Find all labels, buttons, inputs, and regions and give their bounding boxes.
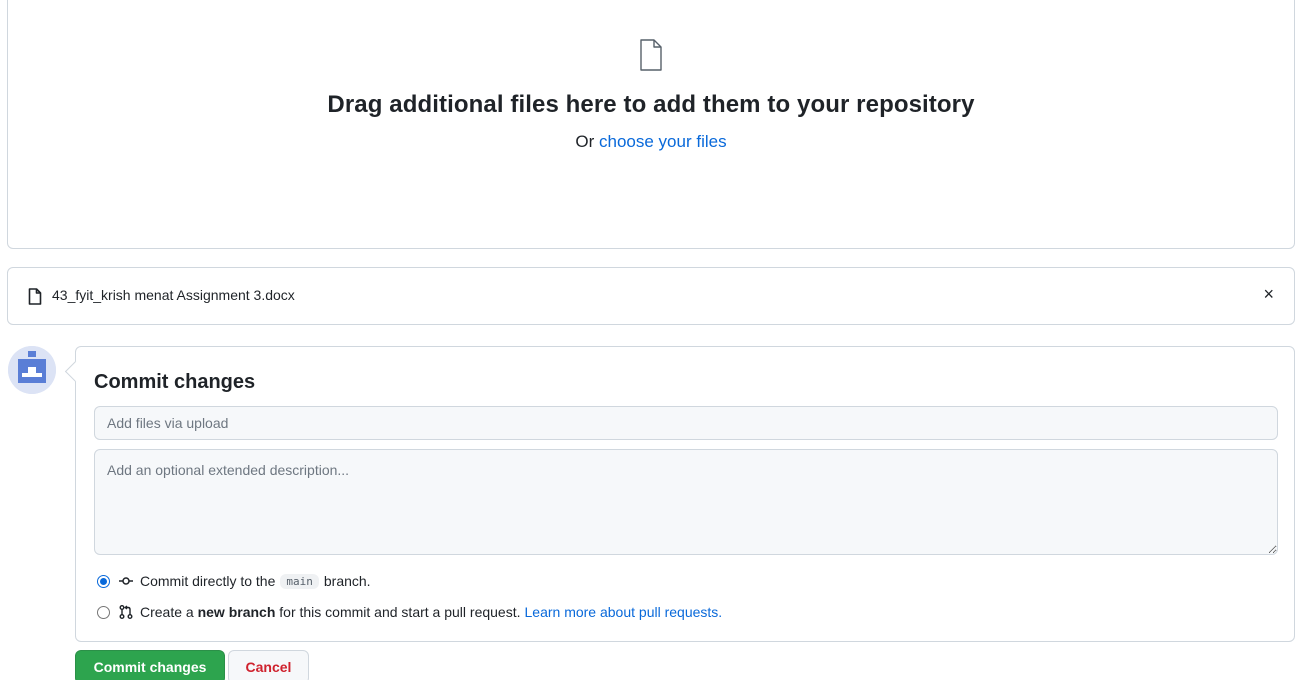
new-branch-prefix: Create a — [140, 604, 194, 620]
avatar-identicon — [8, 346, 56, 394]
commit-directly-prefix: Commit directly to the — [140, 573, 276, 589]
dropzone-subtitle: Or choose your files — [8, 132, 1294, 152]
commit-directly-option[interactable]: Commit directly to the main branch. — [97, 573, 371, 589]
new-branch-bold: new branch — [197, 604, 276, 620]
remove-file-close-icon[interactable]: × — [1263, 284, 1274, 304]
commit-directly-radio[interactable] — [97, 574, 110, 588]
git-commit-icon — [119, 577, 133, 585]
new-branch-radio[interactable] — [97, 605, 110, 619]
cancel-button[interactable]: Cancel — [228, 650, 309, 680]
commit-summary-input[interactable] — [94, 406, 1278, 440]
commit-description-textarea[interactable] — [94, 449, 1278, 555]
uploaded-file-name: 43_fyit_krish menat Assignment 3.docx — [52, 287, 295, 303]
uploaded-file-row: 43_fyit_krish menat Assignment 3.docx × — [7, 267, 1295, 325]
file-icon — [28, 288, 42, 305]
learn-more-pull-requests-link[interactable]: Learn more about pull requests. — [525, 604, 723, 620]
avatar[interactable] — [8, 346, 56, 394]
commit-title: Commit changes — [94, 371, 256, 393]
dropzone-title: Drag additional files here to add them t… — [327, 91, 975, 118]
choose-files-link[interactable]: choose your files — [599, 132, 727, 151]
commit-directly-suffix: branch. — [323, 573, 371, 589]
git-pull-request-icon — [119, 605, 133, 619]
dropzone-sub-prefix: Or — [575, 132, 595, 151]
commit-changes-button[interactable]: Commit changes — [75, 650, 225, 680]
new-branch-suffix: for this commit and start a pull request… — [279, 604, 521, 620]
file-icon — [640, 39, 662, 71]
branch-name: main — [280, 573, 319, 589]
new-branch-option[interactable]: Create a new branch for this commit and … — [97, 604, 722, 620]
commit-form: Commit changes Commit directly to the ma… — [75, 346, 1295, 642]
file-dropzone[interactable]: Drag additional files here to add them t… — [7, 0, 1295, 249]
